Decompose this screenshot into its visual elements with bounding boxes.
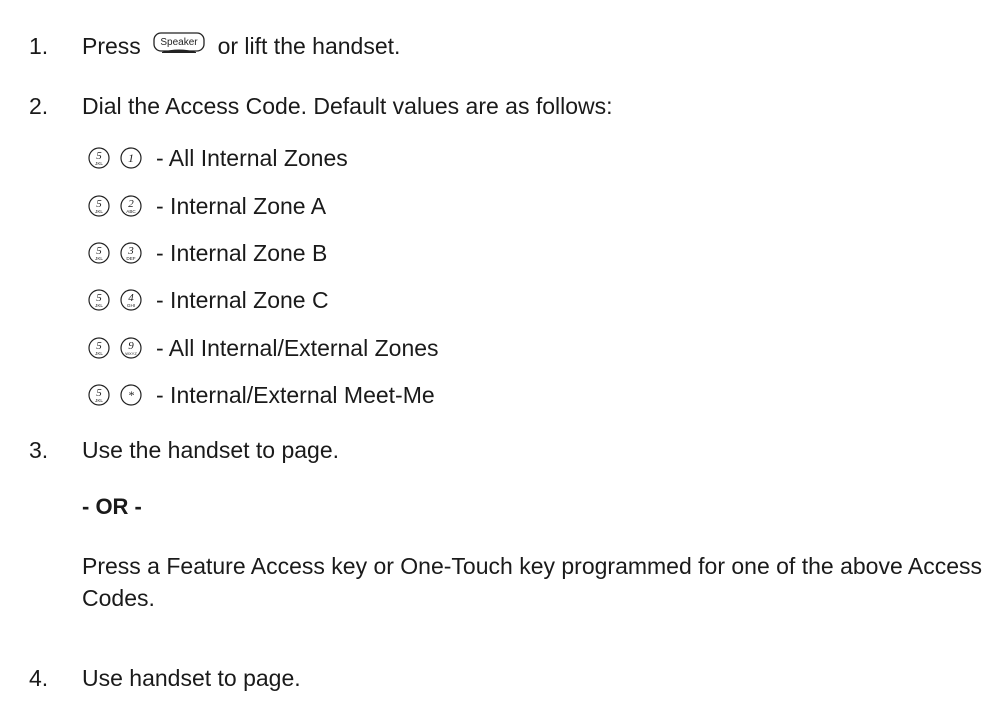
step-text-after-key: or lift the handset. [217,33,401,60]
code-label: - Internal Zone C [156,287,329,313]
step-number: 1. [29,33,49,59]
step-alt-text: Press a Feature Access key or One-Touch … [82,553,982,611]
key-letters: ABC [126,209,136,214]
key-letters: WXYZ [125,351,137,356]
key-digit: 1 [128,151,134,165]
code-row: 5 JKL 3 DEF - Internal Zone B [88,236,327,270]
keypad-key-5-icon: 5 JKL [88,384,110,406]
code-label: - Internal Zone B [156,240,328,266]
code-row: 5 JKL 1 - All Internal Zones [88,141,348,175]
step-text: Press Speaker or lift the handset. [82,32,400,64]
keypad-key-1-icon: 1 [120,147,142,169]
code-label: - Internal Zone A [156,193,327,219]
keypad-key-5-icon: 5 JKL [88,147,110,169]
key-letters: JKL [95,256,103,261]
step-text: Use the handset to page. [82,437,340,463]
speaker-key-label: Speaker [161,37,199,48]
key-letters: JKL [95,161,103,166]
step-number: 3. [29,437,49,463]
key-letters: JKL [95,351,103,356]
keypad-key-5-icon: 5 JKL [88,195,110,217]
step-number: 2. [29,93,49,119]
step-text: Dial the Access Code. Default values are… [82,93,613,119]
key-letters: JKL [95,303,103,308]
keypad-key-4-icon: 4 GHI [120,289,142,311]
code-label: - All Internal/External Zones [156,335,439,361]
step-number: 4. [29,665,49,691]
key-letters: JKL [95,398,103,403]
key-letters: DEF [126,256,135,261]
keypad-key-9-icon: 9 WXYZ [120,337,142,359]
step-text: Use handset to page. [82,665,301,691]
code-row: 5 JKL 9 WXYZ - All Internal/External Zones [88,331,439,365]
code-label: - Internal/External Meet-Me [156,382,435,408]
code-label: - All Internal Zones [156,145,348,171]
key-digit: * [128,388,134,402]
code-row: 5 JKL * - Internal/External Meet-Me [88,378,435,412]
code-row: 5 JKL 2 ABC - Internal Zone A [88,189,326,223]
speaker-key-icon: Speaker [153,32,205,60]
keypad-key-star-icon: * [120,384,142,406]
instruction-document: 1. Press Speaker or lift the handset. 2.… [0,0,1005,709]
key-letters: GHI [127,303,135,308]
or-separator: - OR - [82,494,142,519]
code-row: 5 JKL 4 GHI - Internal Zone C [88,283,329,317]
keypad-key-5-icon: 5 JKL [88,242,110,264]
keypad-key-5-icon: 5 JKL [88,289,110,311]
keypad-key-2-icon: 2 ABC [120,195,142,217]
step-text-before-key: Press [82,33,141,60]
keypad-key-3-icon: 3 DEF [120,242,142,264]
keypad-key-5-icon: 5 JKL [88,337,110,359]
key-letters: JKL [95,209,103,214]
